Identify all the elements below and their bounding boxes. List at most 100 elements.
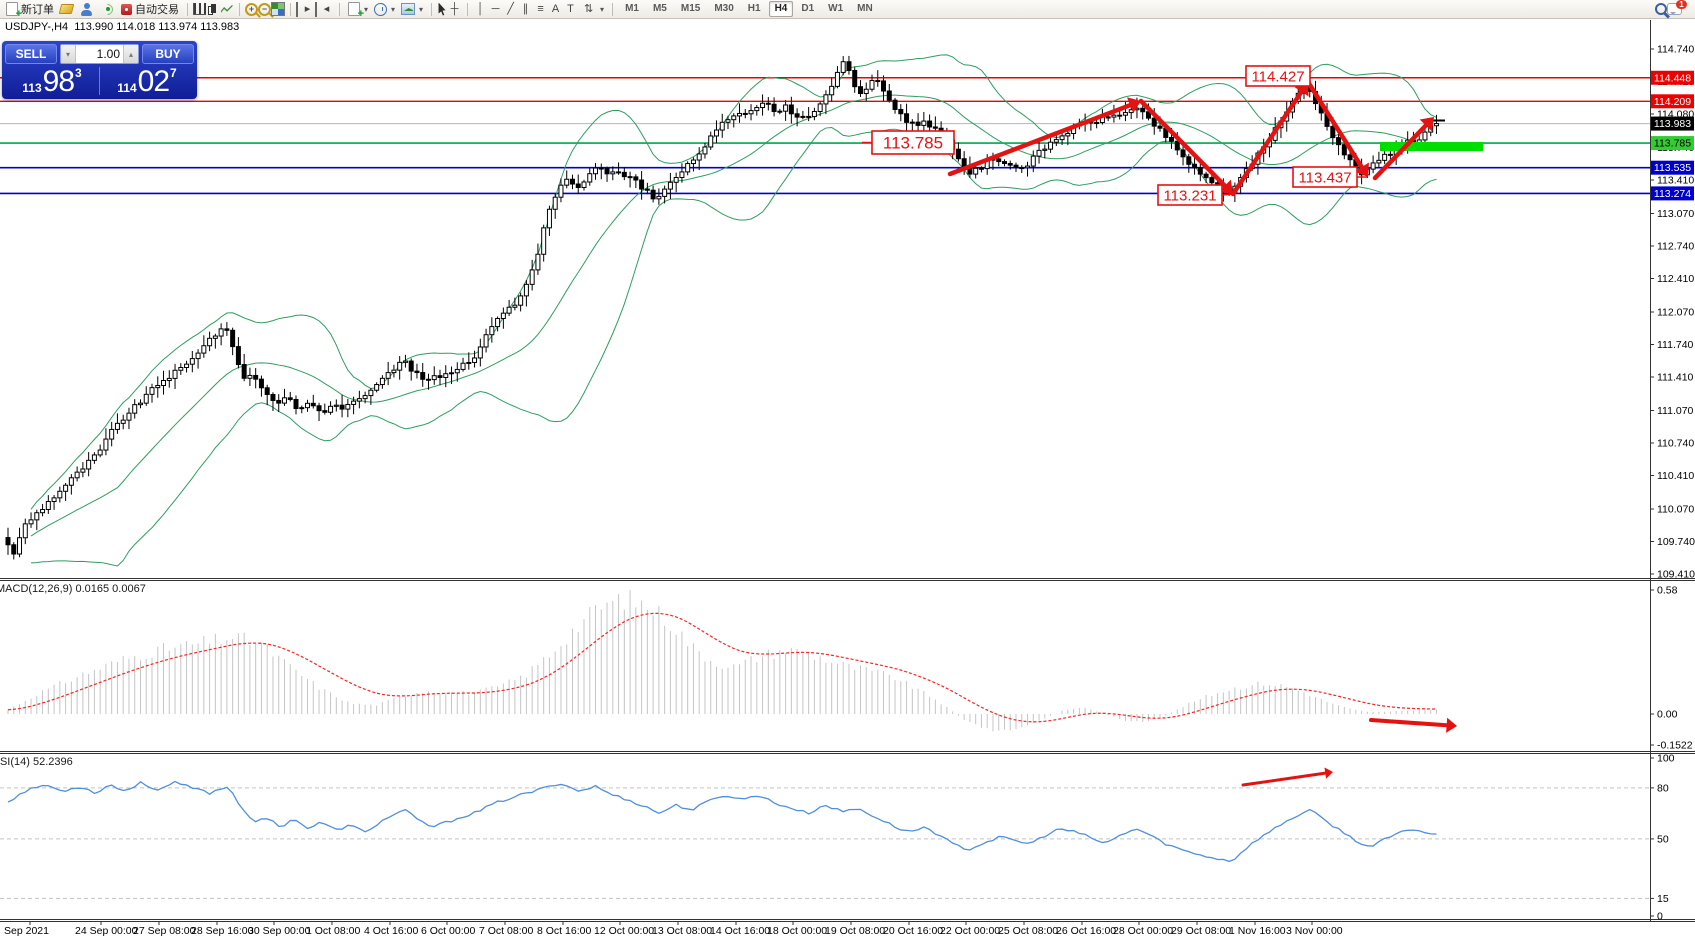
periodicity[interactable]: ▾ [371,1,398,18]
trend-arrow-4 [1308,82,1362,167]
line-chart-icon[interactable] [219,2,234,17]
candle-body [651,190,655,199]
candle-body [1158,126,1162,128]
sell-button[interactable]: SELL [5,44,57,64]
auto-trading-label: 自动交易 [135,1,179,17]
candle-body [1383,154,1387,160]
trendline-icon[interactable]: ╱ [503,2,518,17]
timeframe-button-M1[interactable]: M1 [619,1,645,17]
text-icon[interactable]: A [548,2,563,17]
support-zone-rectangle[interactable] [1380,142,1483,151]
timeframe-button-M15[interactable]: M15 [675,1,706,17]
candle-body [46,502,50,510]
auto-scroll-icon[interactable]: ▸ [296,2,315,17]
candle-body [317,406,321,411]
label-icon[interactable]: T [563,2,578,17]
price-axis-label: 113.070 [1657,208,1694,220]
hline-icon[interactable]: ─ [488,2,503,17]
timeframe-button-W1[interactable]: W1 [822,1,849,17]
candle-body [23,524,27,538]
channel-icon[interactable]: ∥ [518,2,533,17]
candle-body [743,113,747,114]
rsi-axis-label: 80 [1657,782,1669,794]
candle-body [864,89,868,93]
time-axis-label: 29 Oct 08:00 [1171,925,1231,937]
volume-input[interactable] [76,47,123,61]
candle-body [277,400,281,403]
timeframe-button-H4[interactable]: H4 [769,1,794,17]
tile-windows-icon[interactable] [271,2,285,16]
candle-body [887,91,891,100]
candle-body [1204,174,1208,177]
cursor-icon[interactable] [437,3,447,16]
candle-body [478,347,482,358]
zoom-in-icon[interactable]: + [245,3,258,16]
price-axis-label: 114.740 [1657,44,1694,56]
auto-trading-button[interactable]: 自动交易 [118,1,182,18]
candle-body [1331,126,1335,137]
candle-body [588,174,592,182]
candle-body [686,164,690,172]
bollinger-middle-band [31,95,1436,536]
community-button[interactable] [76,1,97,18]
dropdown-arrow-icon: ▾ [391,5,395,14]
candle-body [1181,150,1185,157]
search-icon[interactable] [1655,3,1667,15]
candlestick-chart-icon[interactable] [206,3,219,15]
timeframe-button-D1[interactable]: D1 [795,1,820,17]
candle-body [513,305,517,307]
signals-button[interactable] [97,1,118,18]
candle-body [121,420,125,423]
buy-button[interactable]: BUY [142,44,194,64]
chart-shift-icon[interactable]: ◂ [315,2,334,17]
candle-body [789,105,793,114]
candle-body [254,375,258,379]
candle-body [893,100,897,109]
price-axis-label: 110.740 [1657,438,1694,450]
candle-body [1187,157,1191,164]
crosshair-icon[interactable]: ┼ [447,2,462,17]
candle-body [1377,160,1381,163]
bar-chart-icon[interactable] [193,3,206,15]
buy-price-prefix: 114 [117,82,136,94]
candle-body [611,172,615,174]
candle-body [778,111,782,112]
price-axis-label: 111.740 [1657,339,1694,351]
candle-body [1434,124,1438,126]
buy-price[interactable]: 114027 [100,65,194,97]
timeframe-button-M5[interactable]: M5 [647,1,673,17]
new-chart[interactable]: +▾ [345,1,371,18]
timeframe-button-H1[interactable]: H1 [742,1,767,17]
timeframe-button-MN[interactable]: MN [851,1,879,17]
candle-body [1423,132,1427,140]
volume-increase-button[interactable]: ▴ [123,45,138,63]
price-axis-label: 112.740 [1657,241,1694,253]
candle-body [732,116,736,120]
candle-body [1118,115,1122,116]
templates[interactable]: ▾ [398,1,426,18]
timeframe-button-M30[interactable]: M30 [708,1,739,17]
candle-body [288,398,292,400]
fibonacci-icon[interactable]: ≡ [533,2,548,17]
candle-body [853,70,857,86]
deposit-button[interactable] [57,1,76,18]
sell-price[interactable]: 113983 [5,65,99,97]
candle-body [1008,164,1012,166]
time-axis-label: 1 Nov 16:00 [1229,925,1286,937]
arrow-objects[interactable]: ⇅▾ [578,1,607,18]
toolbar: +新订单 自动交易 +− ▸◂ +▾ ▾▾ ┼ │─╱∥≡AT⇅▾ M1M5M15M30H1H4… [0,0,1695,19]
candle-body [432,376,436,380]
chart-canvas[interactable]: 113.785114.427113.231113.437114.740114.4… [0,0,1695,942]
candle-body [242,365,246,379]
new-order-button[interactable]: +新订单 [3,1,57,18]
macd-indicator-label: MACD(12,26,9) 0.0165 0.0067 [0,583,146,595]
vline-icon[interactable]: │ [473,2,488,17]
zoom-out-icon[interactable]: − [258,3,271,16]
toolbar-separator [612,3,613,16]
candle-body [1106,117,1110,118]
candle-body [726,120,730,123]
volume-decrease-button[interactable]: ▾ [61,45,76,63]
candle-body [801,116,805,117]
gold-deposit-icon [59,4,74,14]
chat-icon[interactable]: 1 [1667,3,1682,15]
